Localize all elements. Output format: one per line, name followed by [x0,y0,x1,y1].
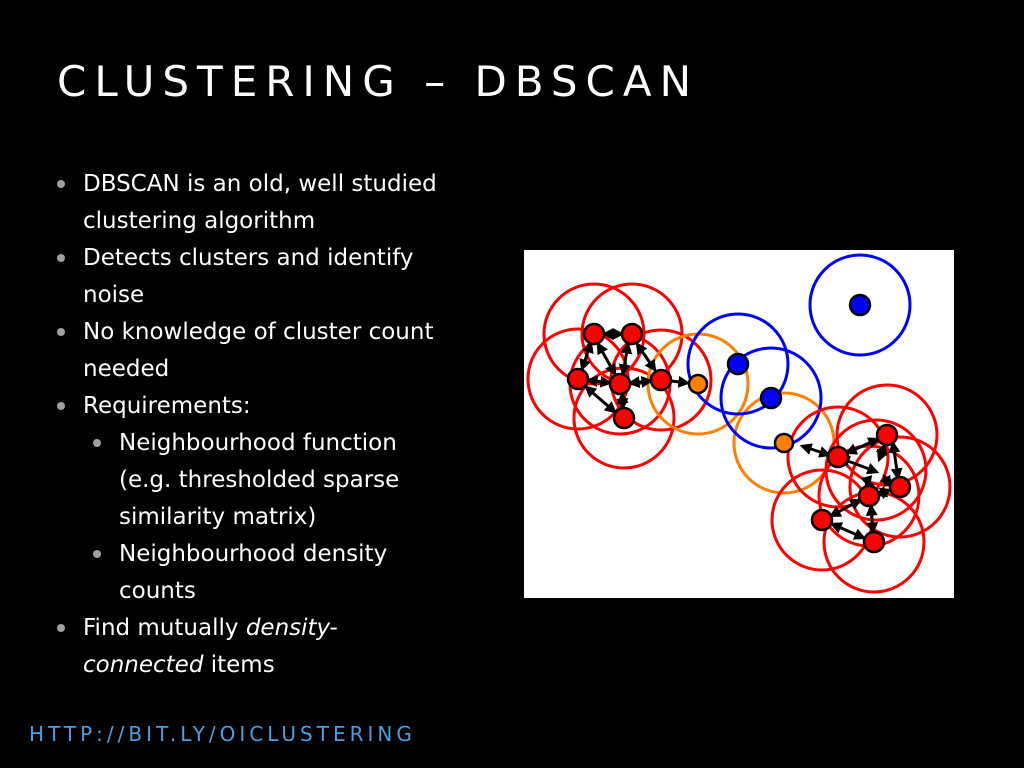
bullet-line: Requirements: [83,393,251,419]
sub-bullet-item: Neighbourhood density counts [55,536,495,610]
bullet-line: Neighbourhood density [119,541,388,567]
sub-bullet-item: Neighbourhood function (e.g. thresholded… [55,425,495,536]
bullet-item: Detects clusters and identify noise [55,240,495,314]
bullet-line: needed [83,356,170,382]
bullet-line: No knowledge of cluster count [83,319,434,345]
slide-title: CLUSTERING – DBSCAN [57,57,700,106]
bullet-italic-text: connected [83,652,204,678]
dbscan-cluster-diagram-icon [526,253,952,594]
bullet-text: items [203,652,275,678]
bullet-item: DBSCAN is an old, well studied clusterin… [55,166,495,240]
bullet-italic-text: density- [245,615,338,641]
bullet-line: Neighbourhood function [119,430,397,456]
bullet-line: similarity matrix) [119,504,317,530]
bullet-line: noise [83,282,145,308]
bullet-line: connected items [83,647,495,684]
bullet-item: No knowledge of cluster count needed [55,314,495,388]
bullet-line: clustering algorithm [83,208,316,234]
bullet-line: (e.g. thresholded sparse [119,467,400,493]
footer-link[interactable]: HTTP://BIT.LY/OICLUSTERING [29,722,416,746]
bullet-line: counts [119,578,196,604]
bullet-text: Find mutually [83,615,246,641]
bullet-line: Detects clusters and identify [83,245,414,271]
bullet-item: Find mutually density- connected items [55,610,495,684]
bullet-item: Requirements: [55,388,495,425]
bullet-line: Find mutually density- [83,610,495,647]
bullet-list: DBSCAN is an old, well studied clusterin… [55,166,495,684]
bullet-line: DBSCAN is an old, well studied [83,171,437,197]
dbscan-figure [524,250,954,598]
